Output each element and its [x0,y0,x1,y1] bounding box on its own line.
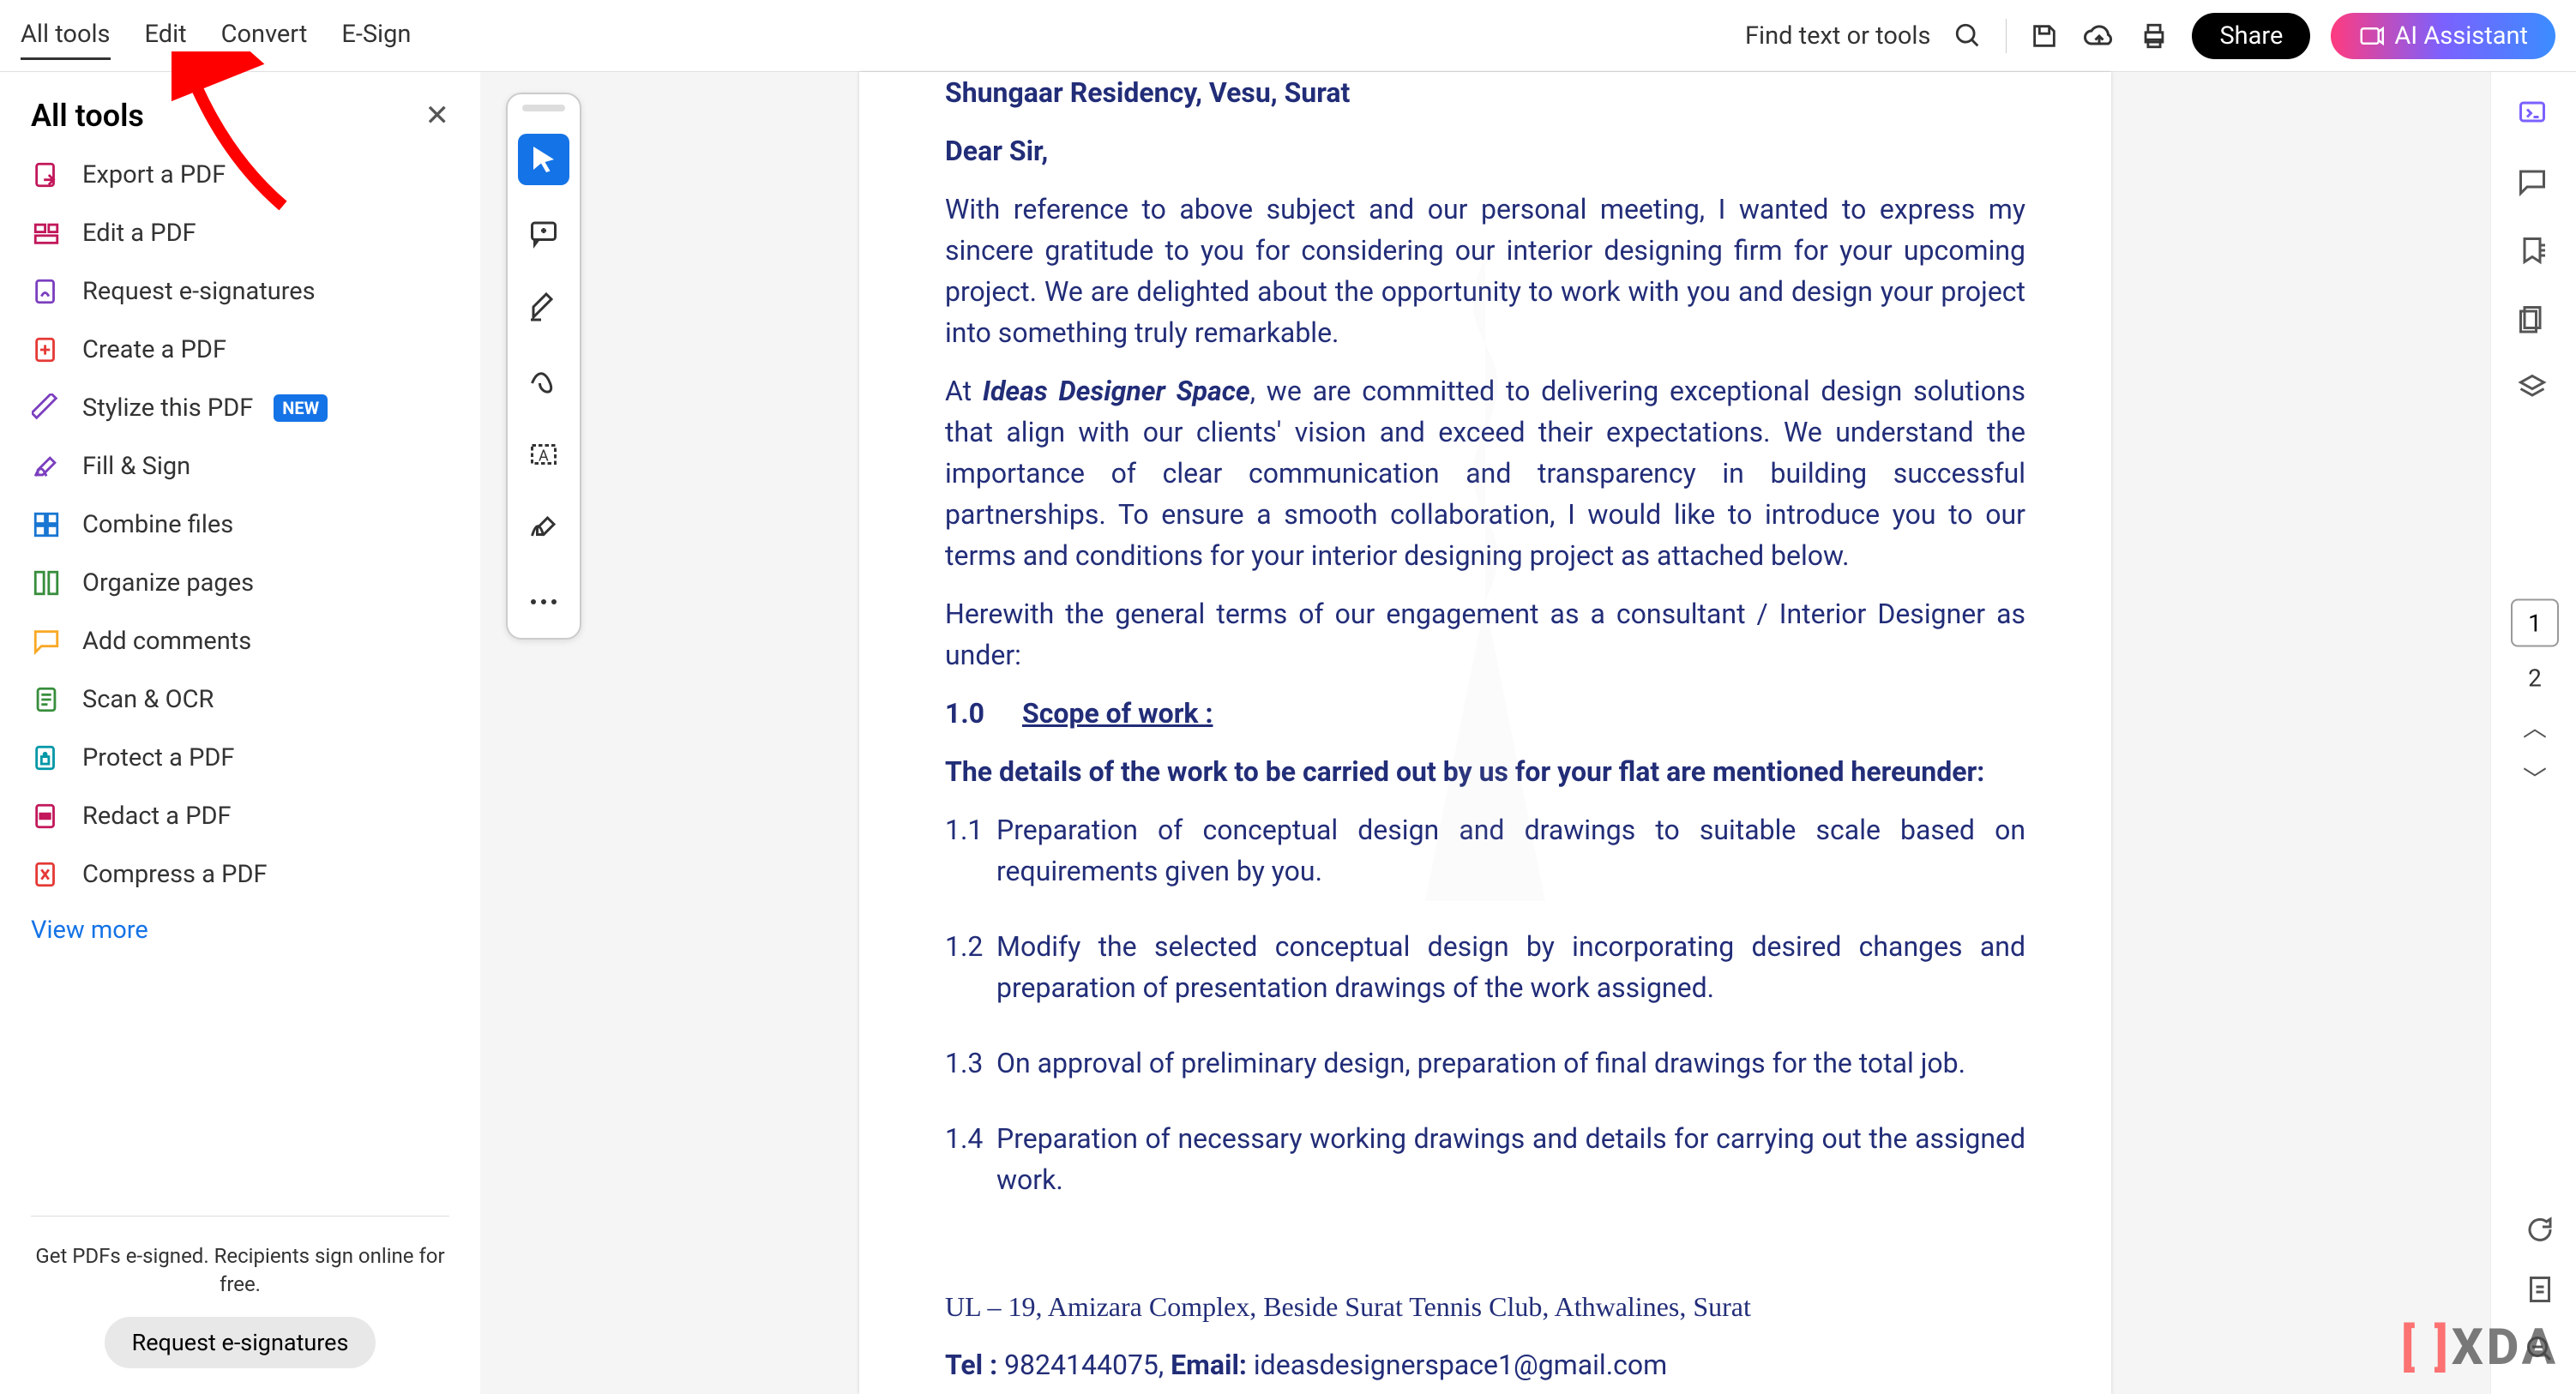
doc-footer-address: UL – 19, Amizara Complex, Beside Surat T… [945,1286,2025,1327]
scan-icon [31,684,62,715]
panel-pages-icon[interactable] [2517,303,2551,338]
tool-create-pdf[interactable]: Create a PDF [31,334,449,365]
organize-icon [31,568,62,598]
redact-icon [31,801,62,832]
watermark-icon [1271,215,1700,987]
cloud-icon[interactable] [2082,19,2116,53]
protect-icon [31,742,62,773]
tool-request-esignatures[interactable]: Request e-signatures [31,276,449,307]
tool-combine-files[interactable]: Combine files [31,509,449,540]
doc-footer-contact: Tel : 9824144075, Email: ideasdesignersp… [945,1344,2025,1385]
fit-page-icon[interactable] [2525,1274,2559,1308]
page-up-icon[interactable]: ︿ [2523,710,2547,744]
request-esignatures-button[interactable]: Request e-signatures [105,1317,376,1368]
sign-tool-icon[interactable] [518,502,569,554]
share-button[interactable]: Share [2192,13,2310,59]
draw-tool-icon[interactable] [518,355,569,406]
fillsign-icon [31,451,62,482]
panel-bookmarks-icon[interactable] [2517,235,2551,269]
combine-icon [31,509,62,540]
top-toolbar: All tools Edit Convert E-Sign Find text … [0,0,2576,72]
rotate-icon[interactable] [2525,1214,2559,1248]
search-icon[interactable] [1951,19,1985,53]
doc-item-14: 1.4Preparation of necessary working draw… [945,1118,2025,1217]
drag-handle[interactable] [522,105,565,111]
sidebar-footer-text: Get PDFs e-signed. Recipients sign onlin… [31,1242,449,1300]
menu-all-tools[interactable]: All tools [21,11,111,60]
new-badge: NEW [274,394,328,422]
stylize-icon [31,393,62,424]
tool-redact-pdf[interactable]: Redact a PDF [31,801,449,832]
comment-tool-icon[interactable] [518,207,569,259]
menu-edit[interactable]: Edit [145,11,187,60]
comments-icon [31,626,62,657]
quick-tools-toolbar[interactable]: A [506,93,581,640]
create-icon [31,334,62,365]
view-more-link[interactable]: View more [31,916,449,945]
menu-esign[interactable]: E-Sign [341,11,411,60]
page-down-icon[interactable]: ﹀ [2523,761,2547,796]
pdf-page: Shungaar Residency, Vesu, Surat Dear Sir… [859,72,2111,1394]
doc-item-13: 1.3On approval of preliminary design, pr… [945,1042,2025,1101]
close-icon[interactable]: ✕ [425,99,450,133]
tool-export-pdf[interactable]: Export a PDF [31,159,449,190]
page-other[interactable]: 2 [2528,664,2542,693]
tool-compress-pdf[interactable]: Compress a PDF [31,859,449,890]
tool-organize-pages[interactable]: Organize pages [31,568,449,598]
page-current[interactable]: 1 [2511,599,2559,647]
more-tools-icon[interactable] [518,576,569,628]
select-tool-icon[interactable] [518,134,569,185]
doc-address: Shungaar Residency, Vesu, Surat [945,72,2025,113]
panel-ai-icon[interactable] [2517,98,2551,132]
document-viewport: A Shungaar Residency, Vesu, Surat Dear S… [480,72,2490,1394]
save-icon[interactable] [2027,19,2061,53]
svg-text:A: A [539,448,549,466]
compress-icon [31,859,62,890]
tool-stylize-pdf[interactable]: Stylize this PDFNEW [31,393,449,424]
tool-add-comments[interactable]: Add comments [31,626,449,657]
xda-watermark: [ ]XDA [2401,1319,2559,1377]
signature-icon [31,276,62,307]
panel-comments-icon[interactable] [2517,166,2551,201]
all-tools-panel: All tools ✕ Export a PDF Edit a PDF Requ… [0,72,480,1394]
export-icon [31,159,62,190]
ai-assistant-button[interactable]: AI Assistant [2331,13,2555,59]
textbox-tool-icon[interactable]: A [518,429,569,480]
menu-convert[interactable]: Convert [221,11,308,60]
find-label[interactable]: Find text or tools [1745,21,1930,51]
tool-fill-sign[interactable]: Fill & Sign [31,451,449,482]
sidebar-title: All tools [31,98,144,134]
print-icon[interactable] [2137,19,2171,53]
tool-protect-pdf[interactable]: Protect a PDF [31,742,449,773]
doc-salutation: Dear Sir, [945,130,2025,171]
right-rail: 1 2 ︿ ﹀ [2490,72,2576,1394]
highlight-tool-icon[interactable] [518,281,569,333]
tool-edit-pdf[interactable]: Edit a PDF [31,218,449,249]
tool-scan-ocr[interactable]: Scan & OCR [31,684,449,715]
edit-icon [31,218,62,249]
panel-layers-icon[interactable] [2517,372,2551,406]
